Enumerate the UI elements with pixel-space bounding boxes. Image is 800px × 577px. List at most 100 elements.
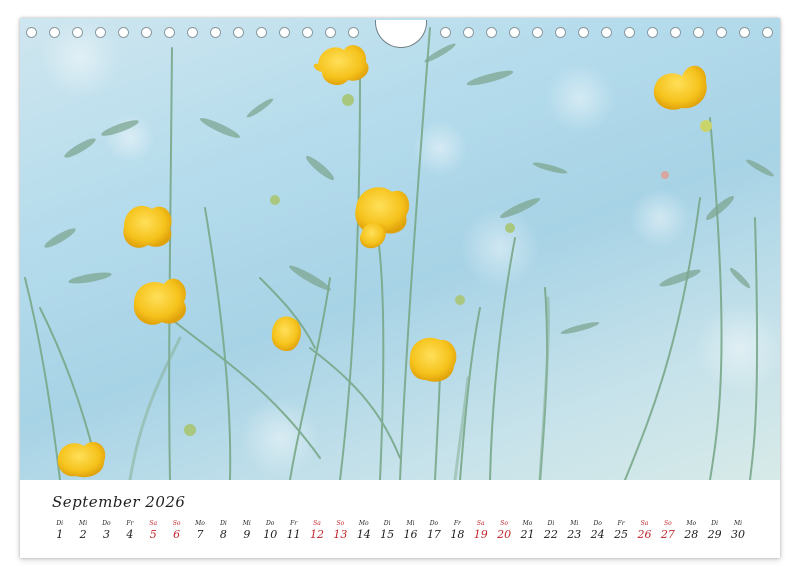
binding-hole <box>440 27 451 38</box>
weekday-label: Do <box>265 520 275 527</box>
weekday-label: Mo <box>522 520 533 527</box>
day-number: 16 <box>403 528 418 541</box>
day-number: 22 <box>543 528 558 541</box>
weekday-label: So <box>336 520 345 527</box>
day-cell: So 13 <box>329 520 352 542</box>
day-cell: Mi 2 <box>71 520 94 542</box>
day-number: 9 <box>243 528 251 541</box>
weekday-label: Fr <box>617 520 625 527</box>
day-number: 15 <box>380 528 395 541</box>
day-cell: Mi 23 <box>563 520 586 542</box>
day-strip: Di 1 Mi 2 Do 3 Fr 4 Sa 5 So 6 Mo 7 Di 8 Mi 9 Do 10 Fr 11 Sa 12 S… <box>48 520 750 542</box>
binding-hole <box>693 27 704 38</box>
weekday-label: Sa <box>640 520 649 527</box>
binding-hole <box>141 27 152 38</box>
binding-hole <box>279 27 290 38</box>
binding-hole <box>578 27 589 38</box>
day-cell: Mo 28 <box>680 520 703 542</box>
day-cell: Do 24 <box>586 520 609 542</box>
weekday-label: Fr <box>126 520 134 527</box>
day-number: 27 <box>660 528 675 541</box>
day-cell: Di 15 <box>375 520 398 542</box>
day-number: 5 <box>149 528 157 541</box>
day-cell: Sa 19 <box>469 520 492 542</box>
binding-hole <box>302 27 313 38</box>
weekday-label: Fr <box>290 520 298 527</box>
weekday-label: Do <box>429 520 439 527</box>
binding-hole <box>72 27 83 38</box>
binding-hole <box>532 27 543 38</box>
day-cell: Sa 26 <box>633 520 656 542</box>
binding-hole <box>118 27 129 38</box>
weekday-label: Di <box>383 520 391 527</box>
binding-hole <box>233 27 244 38</box>
day-number: 2 <box>79 528 87 541</box>
day-cell: Sa 5 <box>142 520 165 542</box>
binding-hole <box>348 27 359 38</box>
weekday-label: Sa <box>476 520 485 527</box>
binding-hole <box>555 27 566 38</box>
binding-hole <box>49 27 60 38</box>
weekday-label: Di <box>220 520 227 527</box>
binding-hole <box>670 27 681 38</box>
binding-hole <box>509 27 520 38</box>
binding-hole <box>739 27 750 38</box>
day-cell: Mo 7 <box>188 520 211 542</box>
day-cell: Mi 30 <box>726 520 749 542</box>
day-number: 30 <box>731 528 746 541</box>
calendar-page: September 2026 Di 1 Mi 2 Do 3 Fr 4 Sa 5 So 6 Mo 7 Di 8 M… <box>20 18 780 558</box>
day-cell: Fr 11 <box>282 520 305 542</box>
day-cell: Mi 9 <box>235 520 258 542</box>
binding-hole <box>463 27 474 38</box>
day-cell: Di 8 <box>212 520 235 542</box>
day-number: 28 <box>684 528 699 541</box>
weekday-label: Mi <box>733 520 743 527</box>
binding-hole <box>187 27 198 38</box>
weekday-label: Di <box>547 520 555 527</box>
day-cell: Di 22 <box>539 520 562 542</box>
weekday-label: Do <box>593 520 602 527</box>
day-number: 26 <box>637 528 652 541</box>
day-cell: Do 3 <box>95 520 118 542</box>
day-cell: Fr 25 <box>609 520 632 542</box>
calendar-footer: September 2026 Di 1 Mi 2 Do 3 Fr 4 Sa 5 So 6 Mo 7 Di 8 M… <box>20 480 780 558</box>
weekday-label: Mi <box>570 520 579 527</box>
day-number: 1 <box>56 528 64 541</box>
day-number: 17 <box>426 528 441 541</box>
day-number: 19 <box>473 528 488 541</box>
weekday-label: Mi <box>79 520 88 527</box>
binding-hole <box>325 27 336 38</box>
day-cell: Sa 12 <box>305 520 328 542</box>
day-cell: Di 1 <box>48 520 71 542</box>
day-number: 18 <box>450 528 465 541</box>
weekday-label: So <box>663 520 672 527</box>
binding-hole <box>256 27 267 38</box>
day-number: 6 <box>173 528 181 541</box>
binding-hole <box>716 27 727 38</box>
binding-hole <box>26 27 37 38</box>
binding-hole <box>210 27 221 38</box>
day-number: 20 <box>497 528 512 541</box>
day-number: 7 <box>196 528 204 541</box>
weekday-label: Sa <box>149 520 158 527</box>
weekday-label: Do <box>102 520 111 527</box>
day-number: 4 <box>126 528 134 541</box>
weekday-label: Mi <box>242 520 251 527</box>
day-number: 24 <box>590 528 605 541</box>
weekday-label: Sa <box>313 520 321 527</box>
day-number: 23 <box>567 528 582 541</box>
weekday-label: So <box>172 520 181 527</box>
day-cell: Do 10 <box>259 520 282 542</box>
binding-hole <box>601 27 612 38</box>
day-cell: Fr 18 <box>446 520 469 542</box>
day-number: 8 <box>219 528 227 541</box>
day-number: 11 <box>286 528 301 541</box>
day-cell: Fr 4 <box>118 520 141 542</box>
binding-hole <box>486 27 497 38</box>
spiral-binding <box>20 20 780 48</box>
binding-hole <box>95 27 106 38</box>
day-number: 3 <box>102 528 110 541</box>
month-title: September 2026 <box>52 493 186 511</box>
day-number: 10 <box>263 528 278 541</box>
day-number: 21 <box>520 528 535 541</box>
